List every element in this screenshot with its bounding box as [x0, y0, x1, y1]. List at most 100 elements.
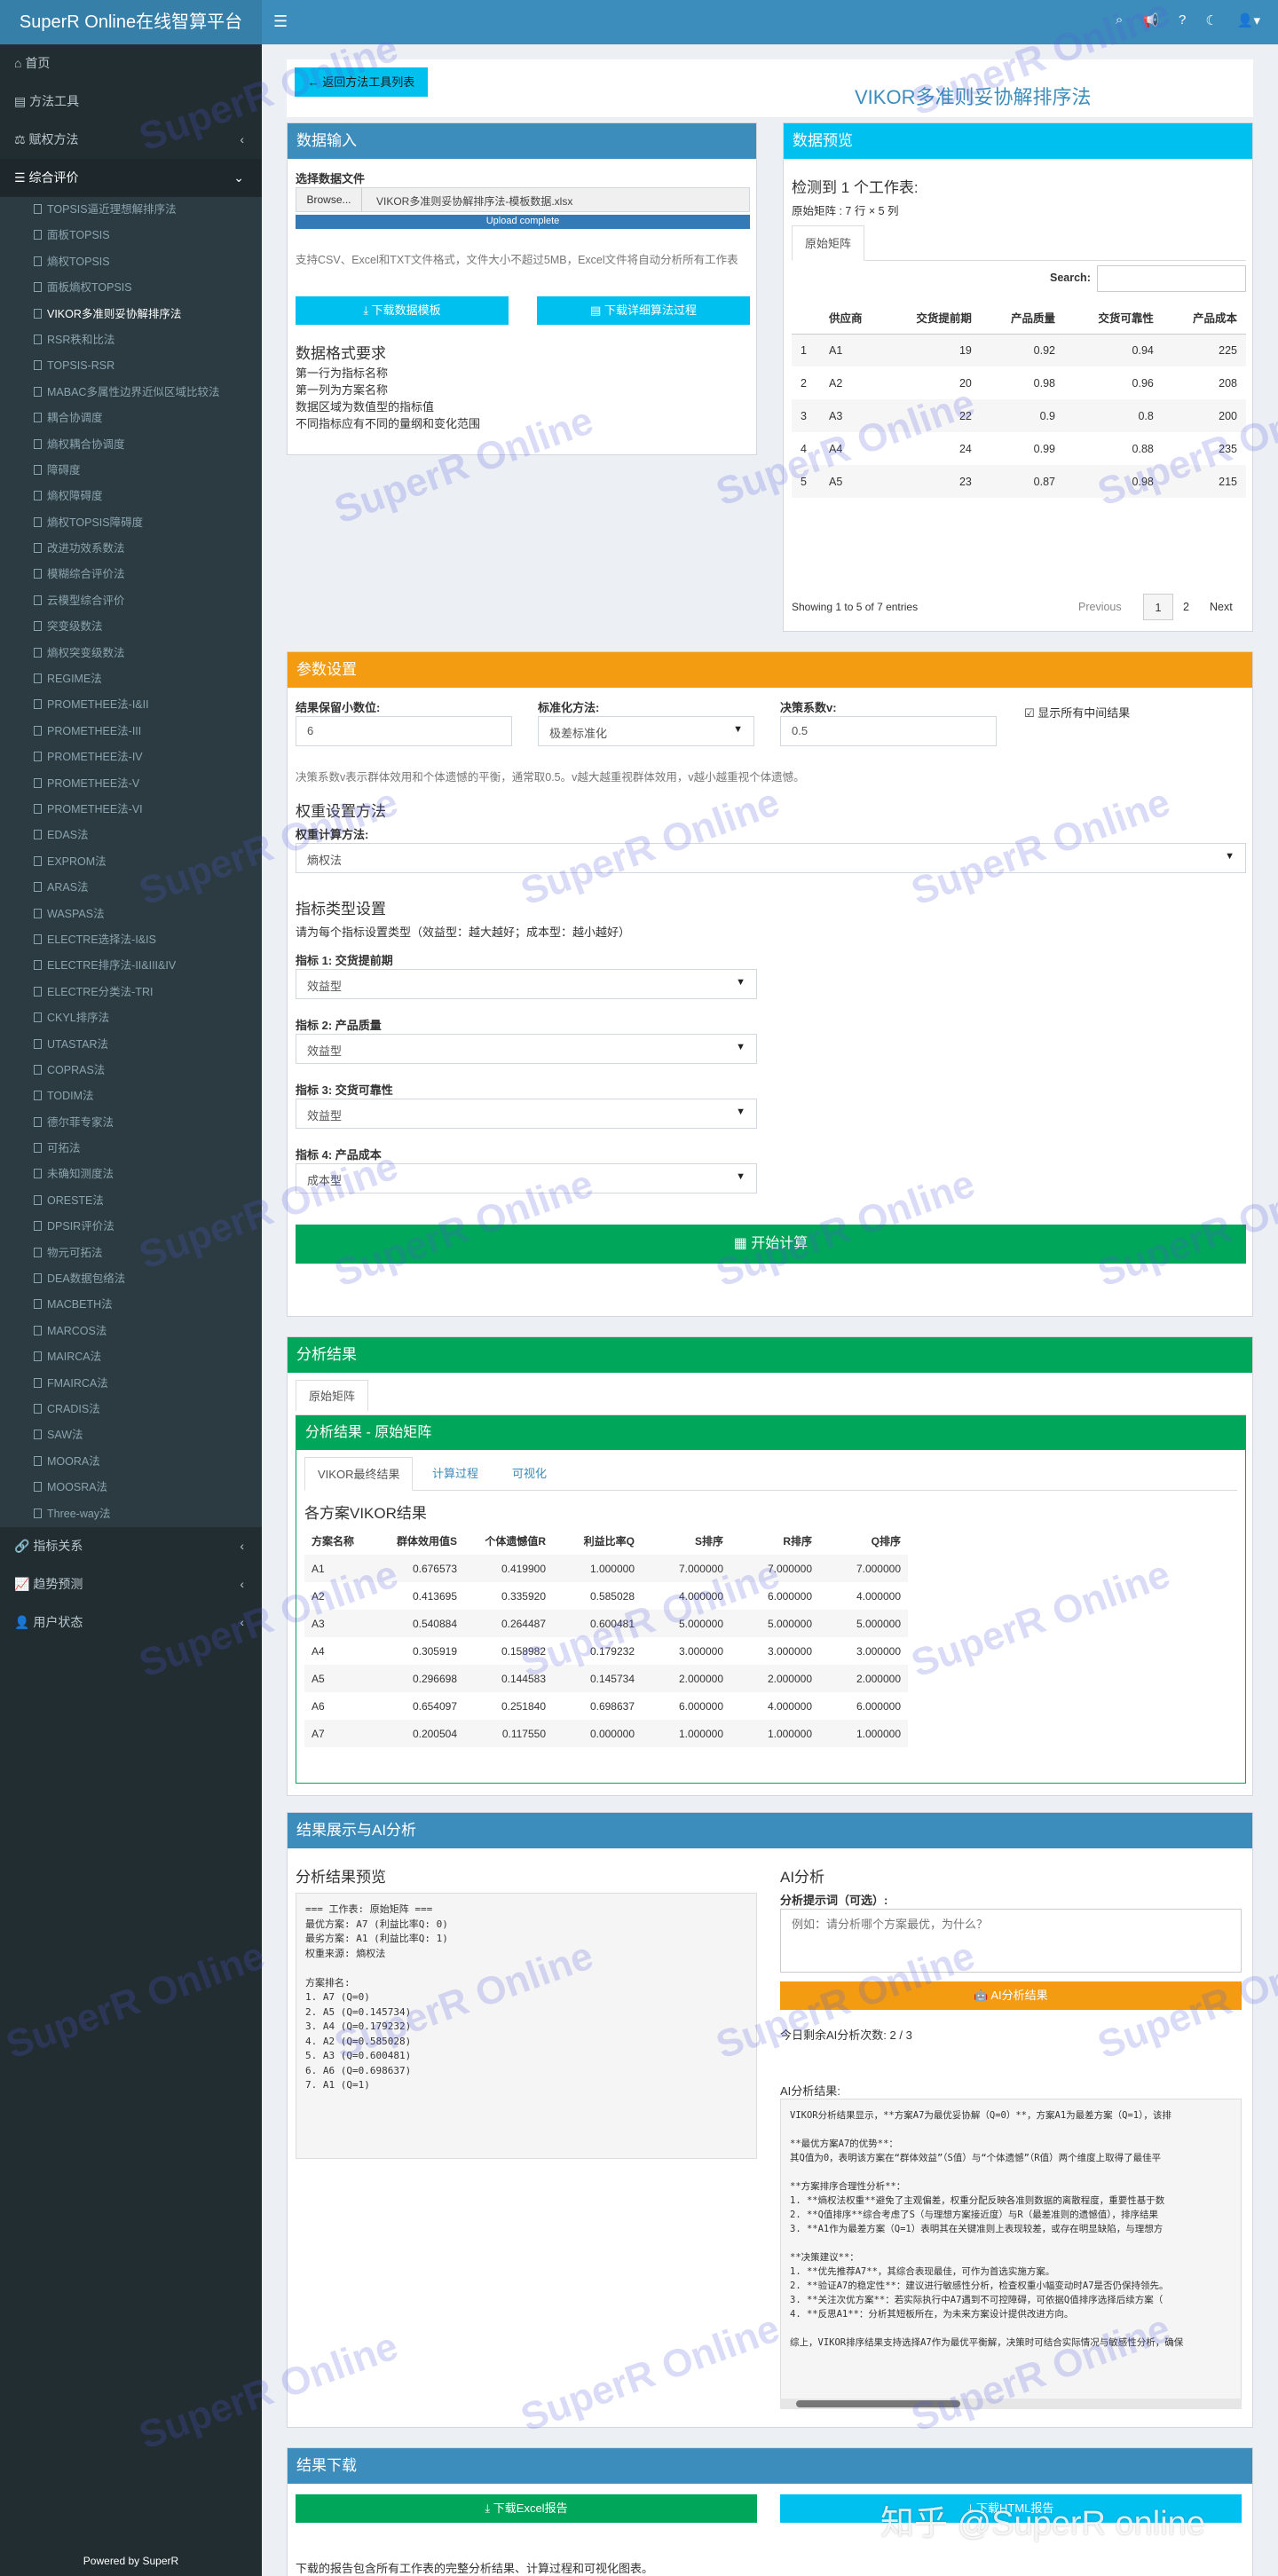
show-intermediate-checkbox[interactable]: ☑ 显示所有中间结果	[1024, 704, 1130, 721]
pager-page-2[interactable]: 2	[1183, 601, 1189, 613]
tab-vikor-final[interactable]: VIKOR最终结果	[304, 1457, 414, 1491]
sidebar-subitem[interactable]: 面板熵权TOPSIS	[0, 275, 262, 301]
browse-button[interactable]: Browse...	[296, 188, 362, 211]
sidebar-subitem[interactable]: 模糊综合评价法	[0, 562, 262, 587]
decimals-input[interactable]: 6	[296, 716, 512, 746]
table-header[interactable]	[792, 301, 820, 335]
download-process-button[interactable]: ▤ 下载详细算法过程	[537, 296, 750, 325]
table-header[interactable]: 产品质量	[980, 301, 1064, 335]
sidebar-subitem[interactable]: 改进功效系数法	[0, 536, 262, 562]
sidebar-subitem[interactable]: FMAIRCA法	[0, 1371, 262, 1397]
sidebar-subitem[interactable]: VIKOR多准则妥协解排序法	[0, 302, 262, 327]
sidebar-subitem[interactable]: 耦合协调度	[0, 406, 262, 431]
sidebar-subitem[interactable]: ELECTRE排序法-II&III&IV	[0, 953, 262, 979]
sidebar-subitem[interactable]: TODIM法	[0, 1083, 262, 1109]
sidebar-subitem[interactable]: 熵权障碍度	[0, 484, 262, 509]
sidebar-subitem[interactable]: 突变级数法	[0, 614, 262, 640]
table-header[interactable]: 交货提前期	[882, 301, 981, 335]
sidebar-subitem[interactable]: MAIRCA法	[0, 1344, 262, 1370]
search-icon[interactable]: ⌕	[1116, 12, 1123, 28]
sidebar-item-relations[interactable]: 🔗 指标关系 ‹	[0, 1527, 262, 1565]
tab-raw-matrix[interactable]: 原始矩阵	[792, 225, 865, 261]
v-input[interactable]: 0.5	[780, 716, 997, 746]
sidebar-subitem[interactable]: 可拓法	[0, 1136, 262, 1162]
sidebar-subitem[interactable]: 熵权TOPSIS	[0, 249, 262, 275]
sidebar-subitem[interactable]: Three-way法	[0, 1501, 262, 1527]
sidebar-subitem[interactable]: WASPAS法	[0, 902, 262, 927]
sidebar-subitem[interactable]: 物元可拓法	[0, 1241, 262, 1266]
horizontal-scrollbar[interactable]	[780, 2399, 1242, 2409]
hamburger-icon[interactable]: ☰	[273, 12, 288, 31]
pager-page-1[interactable]: 1	[1143, 594, 1173, 620]
sidebar-subitem[interactable]: CKYL排序法	[0, 1005, 262, 1031]
table-header[interactable]: 产品成本	[1162, 301, 1246, 335]
indicator-type-select[interactable]: 效益型 ▼	[296, 1034, 757, 1064]
sidebar-subitem[interactable]: MARCOS法	[0, 1319, 262, 1344]
sidebar-item-forecast[interactable]: 📈 趋势预测 ‹	[0, 1565, 262, 1603]
sidebar-subitem[interactable]: MOORA法	[0, 1449, 262, 1475]
sidebar-subitem[interactable]: PROMETHEE法-VI	[0, 797, 262, 823]
sidebar-subitem[interactable]: DEA数据包络法	[0, 1266, 262, 1292]
sidebar-subitem[interactable]: ELECTRE分类法-TRI	[0, 980, 262, 1005]
sidebar-subitem[interactable]: 面板TOPSIS	[0, 223, 262, 248]
moon-icon[interactable]: ☾	[1205, 12, 1217, 28]
sidebar-subitem[interactable]: ARAS法	[0, 875, 262, 901]
sidebar-item-user-status[interactable]: 👤 用户状态 ‹	[0, 1603, 262, 1642]
ai-result-text[interactable]: VIKOR分析结果显示，**方案A7为最优妥协解（Q=0）**，方案A1为最差方…	[780, 2099, 1242, 2409]
sidebar-subitem[interactable]: 德尔菲专家法	[0, 1110, 262, 1136]
question-icon[interactable]: ?	[1179, 12, 1186, 28]
tab-raw-matrix[interactable]: 原始矩阵	[296, 1380, 369, 1412]
sidebar-subitem[interactable]: 障碍度	[0, 458, 262, 484]
sidebar-item-tools[interactable]: ▤ 方法工具	[0, 83, 262, 121]
sidebar-subitem[interactable]: TOPSIS逼近理想解排序法	[0, 197, 262, 223]
sidebar-subitem[interactable]: ELECTRE选择法-I&IS	[0, 927, 262, 953]
user-icon[interactable]: 👤▾	[1237, 12, 1260, 28]
sidebar-subitem[interactable]: TOPSIS-RSR	[0, 353, 262, 379]
indicator-type-select[interactable]: 效益型 ▼	[296, 969, 757, 999]
sidebar-subitem[interactable]: PROMETHEE法-IV	[0, 744, 262, 770]
tab-visualization[interactable]: 可视化	[500, 1457, 559, 1491]
sidebar-subitem[interactable]: COPRAS法	[0, 1058, 262, 1083]
indicator-type-select[interactable]: 成本型 ▼	[296, 1163, 757, 1193]
pager-prev[interactable]: Previous	[1078, 601, 1122, 613]
sidebar-subitem[interactable]: EXPROM法	[0, 849, 262, 875]
download-template-button[interactable]: ⤓ 下载数据模板	[296, 296, 509, 325]
sidebar-subitem[interactable]: MACBETH法	[0, 1292, 262, 1318]
start-calculation-button[interactable]: ▦ 开始计算	[296, 1225, 1246, 1264]
scrollbar-thumb[interactable]	[796, 2400, 960, 2407]
sidebar-subitem[interactable]: UTASTAR法	[0, 1032, 262, 1058]
table-header[interactable]: 交货可靠性	[1063, 301, 1163, 335]
search-input[interactable]	[1097, 265, 1246, 292]
back-button[interactable]: ← 返回方法工具列表	[295, 67, 428, 97]
sidebar-subitem[interactable]: SAW法	[0, 1422, 262, 1448]
standard-select[interactable]: 极差标准化 ▼	[538, 716, 754, 746]
sidebar-subitem[interactable]: 云模型综合评价	[0, 588, 262, 614]
download-excel-button[interactable]: ⤓ 下载Excel报告	[296, 2494, 757, 2523]
ai-analyze-button[interactable]: 🤖 AI分析结果	[780, 1981, 1242, 2010]
sidebar-subitem[interactable]: 熵权耦合协调度	[0, 432, 262, 458]
sidebar-subitem[interactable]: PROMETHEE法-V	[0, 771, 262, 797]
bullhorn-icon[interactable]: 📢	[1142, 12, 1159, 28]
sidebar-subitem[interactable]: MABAC多属性边界近似区域比较法	[0, 380, 262, 406]
file-input[interactable]: Browse... VIKOR多准则妥协解排序法-模板数据.xlsx	[296, 187, 750, 212]
sidebar-subitem[interactable]: DPSIR评价法	[0, 1214, 262, 1240]
indicator-type-select[interactable]: 效益型 ▼	[296, 1099, 757, 1129]
sidebar-subitem[interactable]: RSR秩和比法	[0, 327, 262, 353]
tab-calc-process[interactable]: 计算过程	[420, 1457, 491, 1491]
sidebar-subitem[interactable]: 未确知测度法	[0, 1162, 262, 1187]
sidebar-item-evaluation[interactable]: ☰ 综合评价 ⌄	[0, 159, 262, 197]
brand-logo[interactable]: SuperR Online在线智算平台	[0, 0, 262, 44]
sidebar-subitem[interactable]: EDAS法	[0, 823, 262, 848]
sidebar-subitem[interactable]: REGIME法	[0, 666, 262, 692]
sidebar-subitem[interactable]: MOOSRA法	[0, 1475, 262, 1501]
sidebar-subitem[interactable]: 熵权突变级数法	[0, 641, 262, 666]
sidebar-item-weighting[interactable]: ⚖ 赋权方法 ‹	[0, 121, 262, 159]
sidebar-subitem[interactable]: PROMETHEE法-III	[0, 719, 262, 744]
sidebar-subitem[interactable]: ORESTE法	[0, 1188, 262, 1214]
sidebar-subitem[interactable]: CRADIS法	[0, 1397, 262, 1422]
prompt-textarea[interactable]	[780, 1909, 1242, 1973]
sidebar-subitem[interactable]: 熵权TOPSIS障碍度	[0, 510, 262, 536]
sidebar-subitem[interactable]: PROMETHEE法-I&II	[0, 692, 262, 718]
weight-calc-select[interactable]: 熵权法 ▼	[296, 843, 1246, 873]
pager-next[interactable]: Next	[1210, 601, 1233, 613]
